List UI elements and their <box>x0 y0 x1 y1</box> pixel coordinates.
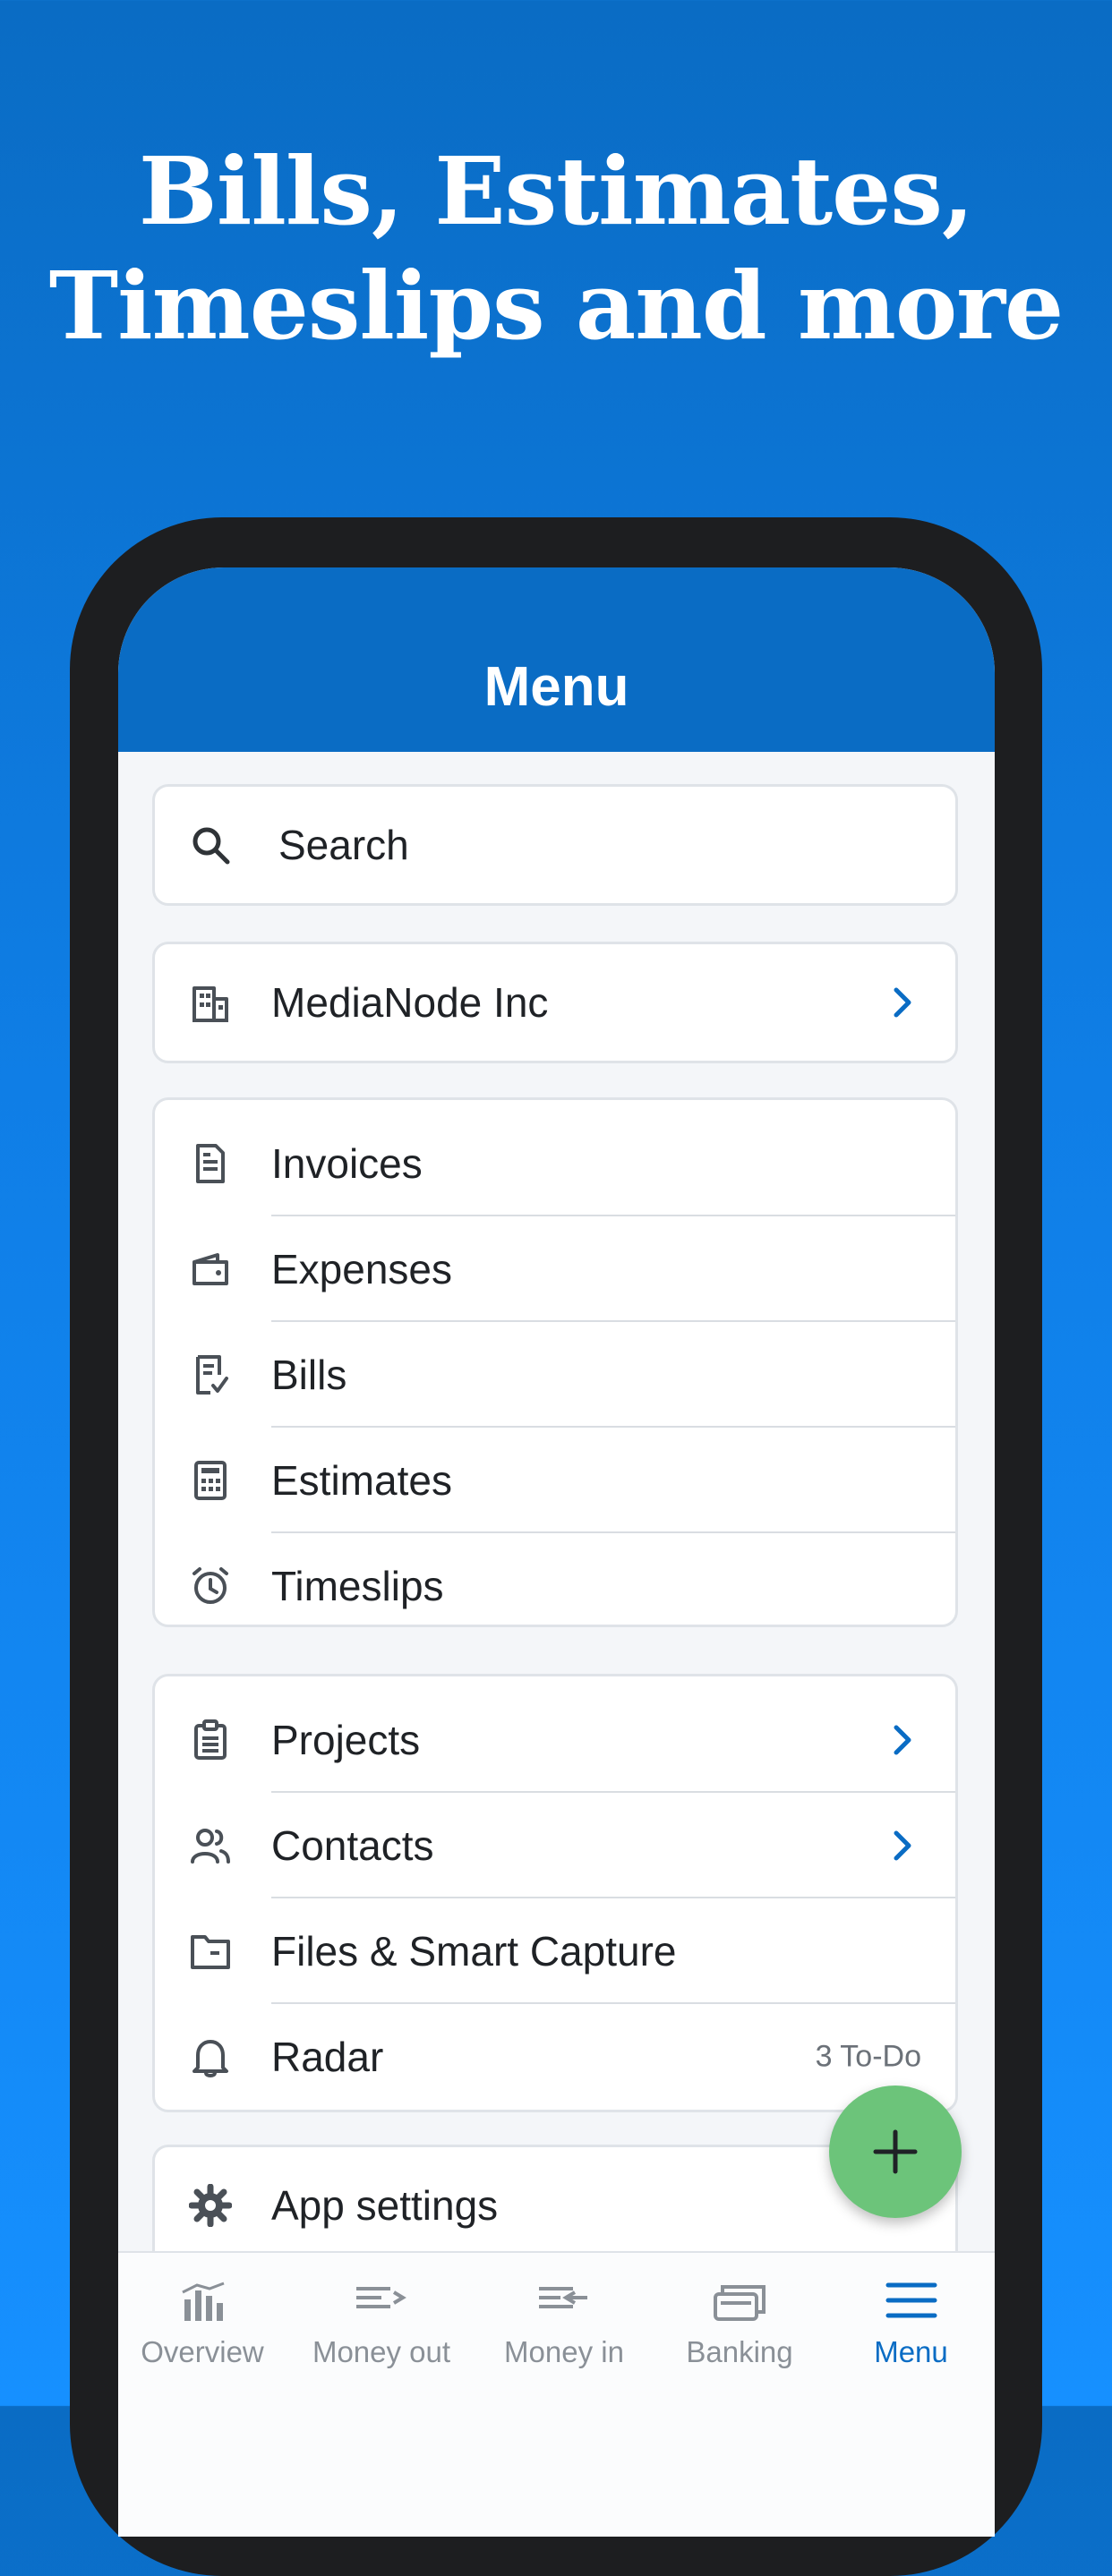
headline-line-1: Bills, Estimates, <box>138 136 974 246</box>
bottom-tab-bar: Overview Money out Money in Banking Menu <box>118 2251 995 2537</box>
chevron-right-icon <box>894 1830 911 1861</box>
tab-label: Money in <box>504 2335 624 2368</box>
menu-item-label: Invoices <box>271 1140 423 1187</box>
tab-label: Money out <box>312 2335 451 2368</box>
search-icon <box>192 827 230 865</box>
money-in-icon <box>539 2287 587 2308</box>
page-title: Menu <box>483 656 629 718</box>
menu-item-contacts[interactable]: Contacts <box>155 1793 955 1898</box>
chevron-right-icon <box>894 1725 911 1755</box>
menu-item-label: Radar <box>271 2034 384 2080</box>
todo-count: 3 To-Do <box>815 2039 921 2074</box>
contacts-icon <box>191 1829 230 1864</box>
menu-item-label: Files & Smart Capture <box>271 1928 677 1975</box>
headline-line-2: Timeslips and more <box>48 251 1064 361</box>
menu-item-estimates[interactable]: Estimates <box>155 1428 955 1533</box>
menu-item-label: Contacts <box>271 1822 434 1869</box>
menu-item-expenses[interactable]: Expenses <box>155 1216 955 1322</box>
app-screen: Menu Search MediaNode Inc Invoices Expen… <box>118 567 995 2537</box>
banking-icon <box>714 2285 766 2321</box>
folder-icon <box>191 1935 230 1969</box>
search-bar[interactable]: Search <box>152 784 958 906</box>
company-name: MediaNode Inc <box>271 979 549 1026</box>
menu-item-label: Expenses <box>271 1246 453 1292</box>
menu-item-invoices[interactable]: Invoices <box>155 1111 955 1216</box>
marketing-headline: Bills, Estimates, Timeslips and more <box>0 134 1112 363</box>
chevron-right-icon <box>894 987 911 1018</box>
menu-item-label: Estimates <box>271 1457 452 1504</box>
tab-label: Banking <box>686 2335 793 2368</box>
tab-label: Overview <box>141 2335 264 2368</box>
company-selector[interactable]: MediaNode Inc <box>152 942 958 1063</box>
business-menu-group: Projects Contacts Files & Smart Capture … <box>152 1674 958 2112</box>
clipboard-icon <box>194 1719 227 1760</box>
money-out-icon <box>356 2287 406 2308</box>
menu-item-label: Projects <box>271 1717 421 1763</box>
invoice-icon <box>196 1144 225 1183</box>
tab-money-in[interactable]: Money in <box>476 2253 652 2378</box>
tab-banking[interactable]: Banking <box>652 2253 827 2378</box>
tab-overview[interactable]: Overview <box>118 2253 287 2378</box>
menu-item-files[interactable]: Files & Smart Capture <box>155 1898 955 2004</box>
menu-item-bills[interactable]: Bills <box>155 1322 955 1428</box>
search-label: Search <box>278 822 409 868</box>
tab-menu[interactable]: Menu <box>827 2253 995 2378</box>
alarm-clock-icon <box>192 1567 228 1604</box>
hamburger-icon <box>885 2282 937 2318</box>
add-button[interactable] <box>829 2086 962 2218</box>
tab-money-out[interactable]: Money out <box>287 2253 476 2378</box>
plus-icon <box>873 2129 918 2174</box>
menu-item-timeslips[interactable]: Timeslips <box>155 1533 955 1639</box>
menu-item-label: App settings <box>271 2182 499 2229</box>
menu-item-label: Bills <box>271 1352 347 1398</box>
calculator-icon <box>194 1461 227 1500</box>
bill-check-icon <box>196 1355 228 1395</box>
tab-label: Menu <box>874 2335 948 2368</box>
menu-item-label: Timeslips <box>271 1563 444 1609</box>
gear-icon <box>189 2184 232 2227</box>
menu-item-radar[interactable]: Radar 3 To-Do <box>155 2004 955 2110</box>
documents-menu-group: Invoices Expenses Bills Estimates Timesl… <box>152 1097 958 1627</box>
menu-item-projects[interactable]: Projects <box>155 1687 955 1793</box>
wallet-icon <box>192 1253 228 1285</box>
bell-icon <box>192 2040 228 2077</box>
building-icon <box>192 986 228 1022</box>
bar-chart-icon <box>182 2282 225 2321</box>
menu-header: Menu <box>118 567 995 752</box>
